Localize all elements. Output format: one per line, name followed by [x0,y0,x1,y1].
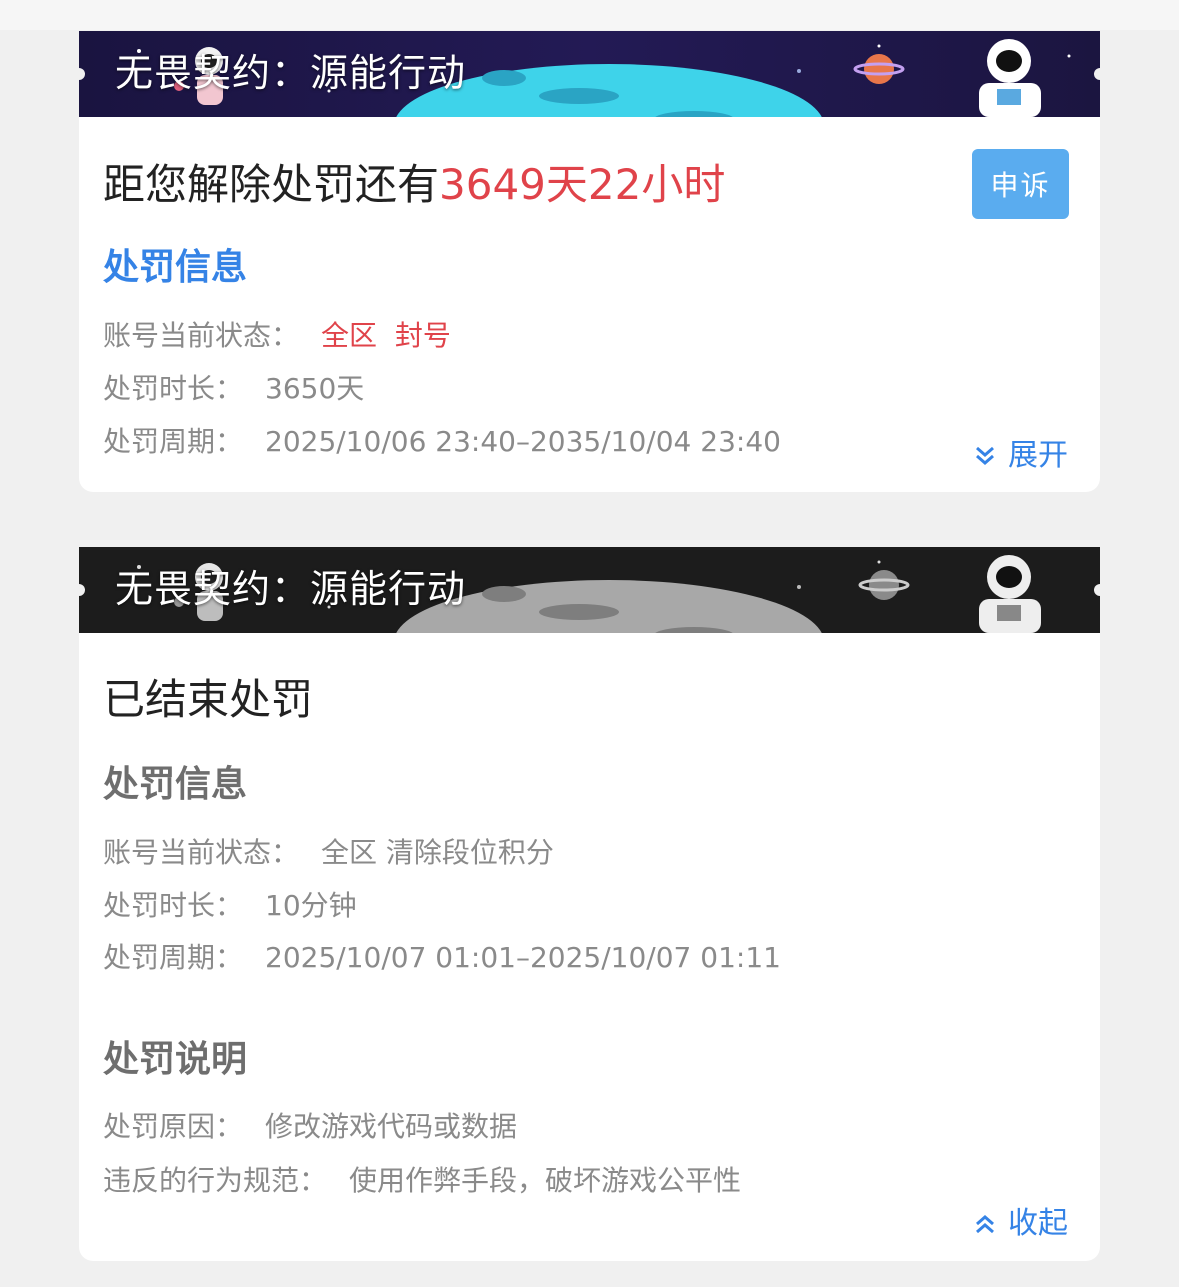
game-banner-gray: 无畏契约：源能行动 [79,547,1100,633]
duration-value: 3650天 [265,372,365,405]
duration-label: 处罚时长： [103,372,244,405]
duration-row: 处罚时长： 3650天 [103,369,364,409]
chevron-double-up-icon [976,1215,994,1234]
ticket-notch-right [1094,68,1100,80]
game-title: 无畏契约：源能行动 [115,51,467,95]
rule-label: 违反的行为规范： [103,1164,328,1197]
reason-row: 处罚原因： 修改游戏代码或数据 [103,1107,517,1147]
section-title-penalty-info: 处罚信息 [103,247,248,288]
period-value: 2025/10/06 23:40–2035/10/04 23:40 [265,425,781,458]
game-banner: 无畏契约：源能行动 [79,31,1100,117]
appeal-button[interactable]: 申诉 [972,149,1069,219]
countdown-prefix: 距您解除处罚还有 [103,160,440,209]
period-row: 处罚周期： 2025/10/06 23:40–2035/10/04 23:40 [103,422,781,462]
rule-value: 使用作弊手段，破坏游戏公平性 [349,1164,742,1197]
ticket-notch-right [1094,584,1100,596]
active-penalty-card: 无畏契约：源能行动 距您解除处罚还有3649天22小时 申诉 处罚信息 账号当前… [79,31,1100,492]
game-title: 无畏契约：源能行动 [115,567,467,611]
finished-penalty-card: 无畏契约：源能行动 已结束处罚 处罚信息 账号当前状态： 全区 清除段位积分 处罚… [79,547,1100,1261]
section-title-penalty-description: 处罚说明 [103,1039,248,1080]
duration-label: 处罚时长： [103,889,244,922]
reason-label: 处罚原因： [103,1110,244,1143]
collapse-toggle[interactable]: 收起 [972,1204,1068,1244]
status-value: 全区 清除段位积分 [321,836,554,869]
collapse-label: 收起 [1008,1206,1068,1241]
duration-row: 处罚时长： 10分钟 [103,886,357,926]
section-title-penalty-info: 处罚信息 [103,764,248,805]
status-value: 全区 封号 [321,319,451,352]
status-row: 账号当前状态： 全区 封号 [103,316,451,356]
reason-value: 修改游戏代码或数据 [265,1110,518,1143]
top-strip [0,0,1179,30]
period-row: 处罚周期： 2025/10/07 01:01–2025/10/07 01:11 [103,938,781,978]
period-value: 2025/10/07 01:01–2025/10/07 01:11 [265,941,781,974]
countdown-remaining: 3649天22小时 [439,160,726,209]
expand-label: 展开 [1008,438,1068,473]
rule-row: 违反的行为规范： 使用作弊手段，破坏游戏公平性 [103,1161,741,1201]
status-row: 账号当前状态： 全区 清除段位积分 [103,833,554,873]
status-label: 账号当前状态： [103,319,300,352]
duration-value: 10分钟 [265,889,357,922]
period-label: 处罚周期： [103,941,244,974]
period-label: 处罚周期： [103,425,244,458]
expand-toggle[interactable]: 展开 [972,436,1068,476]
penalty-countdown: 距您解除处罚还有3649天22小时 [103,157,725,213]
penalty-ended-headline: 已结束处罚 [103,675,314,724]
chevron-double-down-icon [976,446,994,465]
status-label: 账号当前状态： [103,836,300,869]
